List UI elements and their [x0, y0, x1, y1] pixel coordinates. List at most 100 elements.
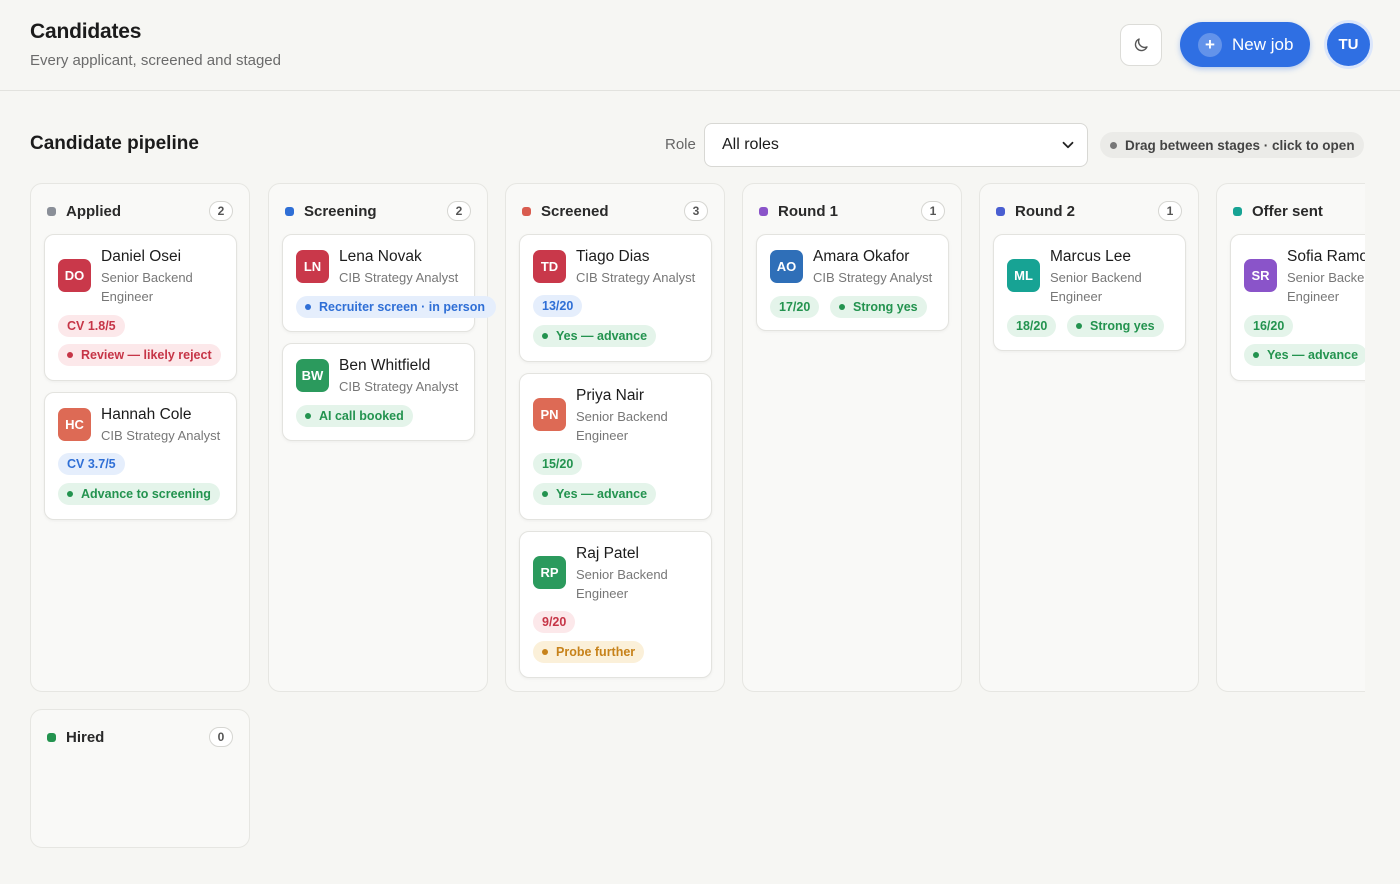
candidate-avatar: BW — [296, 359, 329, 392]
candidate-card[interactable]: TD Tiago Dias CIB Strategy Analyst 13/20… — [519, 234, 712, 362]
candidate-avatar: DO — [58, 259, 91, 292]
candidate-card[interactable]: ML Marcus Lee Senior Backend Engineer 18… — [993, 234, 1186, 351]
column-count: 2 — [447, 201, 471, 221]
candidate-avatar: HC — [58, 408, 91, 441]
status-dot — [839, 304, 845, 310]
status-badge: Probe further — [533, 641, 645, 663]
candidate-card[interactable]: LN Lena Novak CIB Strategy Analyst Recru… — [282, 234, 497, 332]
candidate-card[interactable]: DO Daniel Osei Senior Backend Engineer C… — [44, 234, 237, 381]
status-text: Probe further — [556, 645, 636, 659]
candidate-role: CIB Strategy Analyst — [339, 379, 459, 394]
new-job-button[interactable]: + New job — [1180, 22, 1310, 67]
column-count: 3 — [684, 201, 708, 221]
status-badge: Yes — advance — [533, 325, 657, 347]
stage-dot — [996, 206, 1005, 216]
status-dot — [305, 413, 311, 419]
candidate-role: CIB Strategy Analyst — [576, 270, 696, 285]
status-dot — [1253, 352, 1259, 358]
column-count: 1 — [921, 201, 945, 221]
candidate-role: Senior Backend Engineer — [576, 567, 668, 601]
stage-dot — [759, 206, 768, 216]
candidate-role: CIB Strategy Analyst — [339, 270, 459, 285]
status-dot — [67, 352, 73, 358]
status-dot — [542, 333, 548, 339]
page-title: Candidates — [30, 20, 142, 43]
candidate-card[interactable]: SR Sofia Ramos Senior Backend Engineer 1… — [1230, 234, 1365, 381]
user-avatar[interactable]: TU — [1327, 23, 1370, 66]
status-badge: Review — likely reject — [58, 344, 221, 366]
candidate-role: Senior Backend Engineer — [1287, 270, 1365, 304]
chevron-down-icon — [1062, 141, 1074, 149]
candidate-avatar: LN — [296, 250, 329, 283]
column-count: 2 — [209, 201, 233, 221]
column-name: Round 2 — [1015, 202, 1075, 220]
status-text: Yes — advance — [556, 329, 648, 343]
column-round-2: Round 2 1 ML Marcus Lee Senior Backend E… — [979, 183, 1199, 692]
status-badge: AI call booked — [296, 405, 413, 427]
hint-dot — [1110, 141, 1117, 149]
column-screening: Screening 2 LN Lena Novak CIB Strategy A… — [268, 183, 497, 692]
column-name: Applied — [66, 202, 121, 220]
role-filter-value: All roles — [722, 136, 779, 153]
candidate-role: CIB Strategy Analyst — [813, 270, 933, 285]
stage-dot — [1233, 206, 1242, 216]
cv-score-badge: CV 3.7/5 — [58, 453, 125, 475]
candidate-card[interactable]: HC Hannah Cole CIB Strategy Analyst CV 3… — [44, 392, 237, 520]
candidate-role: Senior Backend Engineer — [101, 270, 193, 304]
column-header: Applied 2 — [47, 201, 233, 221]
candidate-card[interactable]: AO Amara Okafor CIB Strategy Analyst 17/… — [756, 234, 949, 331]
status-text: Advance to screening — [81, 487, 211, 501]
candidate-card[interactable]: PN Priya Nair Senior Backend Engineer 15… — [519, 373, 712, 520]
candidate-card[interactable]: RP Raj Patel Senior Backend Engineer 9/2… — [519, 531, 712, 678]
role-filter-select[interactable]: All roles — [704, 123, 1088, 167]
column-header: Hired 0 — [47, 727, 233, 747]
status-badge: Recruiter screen · in person — [296, 296, 497, 318]
status-text: Yes — advance — [556, 487, 648, 501]
candidate-name: Priya Nair — [576, 387, 645, 404]
status-text: Recruiter screen · in person — [319, 300, 486, 314]
column-name: Screened — [541, 202, 609, 220]
score-badge: 16/20 — [1244, 315, 1294, 337]
page-header: Candidates Every applicant, screened and… — [0, 0, 1400, 91]
status-badge: Strong yes — [1067, 315, 1164, 337]
candidate-avatar: SR — [1244, 259, 1277, 292]
status-text: Review — likely reject — [81, 348, 212, 362]
candidate-name: Lena Novak — [339, 248, 422, 265]
status-badge: Yes — advance — [1244, 344, 1365, 366]
score-badge: 17/20 — [770, 296, 820, 318]
candidate-avatar: AO — [770, 250, 803, 283]
column-header: Offer sent 1 — [1233, 201, 1365, 221]
moon-icon — [1134, 38, 1148, 52]
candidate-role: CIB Strategy Analyst — [101, 428, 221, 443]
cv-score-badge: CV 1.8/5 — [58, 315, 125, 337]
column-screened: Screened 3 TD Tiago Dias CIB Strategy An… — [505, 183, 725, 692]
status-text: AI call booked — [319, 409, 404, 423]
column-name: Screening — [304, 202, 377, 220]
column-offer-sent: Offer sent 1 SR Sofia Ramos Senior Backe… — [1216, 183, 1365, 692]
column-count: 1 — [1158, 201, 1182, 221]
new-job-label: New job — [1232, 34, 1294, 54]
column-header: Screening 2 — [285, 201, 471, 221]
candidate-avatar: RP — [533, 556, 566, 589]
candidate-avatar: TD — [533, 250, 566, 283]
column-round-1: Round 1 1 AO Amara Okafor CIB Strategy A… — [742, 183, 962, 692]
candidate-name: Ben Whitfield — [339, 357, 431, 374]
candidate-name: Daniel Osei — [101, 248, 182, 265]
candidate-name: Hannah Cole — [101, 406, 192, 423]
status-dot — [305, 304, 311, 310]
candidate-role: Senior Backend Engineer — [576, 409, 668, 443]
candidate-name: Marcus Lee — [1050, 248, 1131, 265]
pipeline-board: Applied 2 DO Daniel Osei Senior Backend … — [0, 183, 1365, 883]
status-text: Yes — advance — [1267, 348, 1359, 362]
column-header: Round 1 1 — [759, 201, 945, 221]
candidate-name: Sofia Ramos — [1287, 248, 1365, 265]
candidate-card[interactable]: BW Ben Whitfield CIB Strategy Analyst AI… — [282, 343, 475, 441]
status-dot — [542, 649, 548, 655]
stage-dot — [47, 206, 56, 216]
status-text: Strong yes — [853, 300, 918, 314]
column-hired: Hired 0 — [30, 709, 250, 848]
status-dot — [67, 491, 73, 497]
theme-toggle-button[interactable] — [1120, 24, 1162, 66]
role-filter-label: Role — [665, 136, 696, 153]
pipeline-title: Candidate pipeline — [30, 133, 199, 154]
